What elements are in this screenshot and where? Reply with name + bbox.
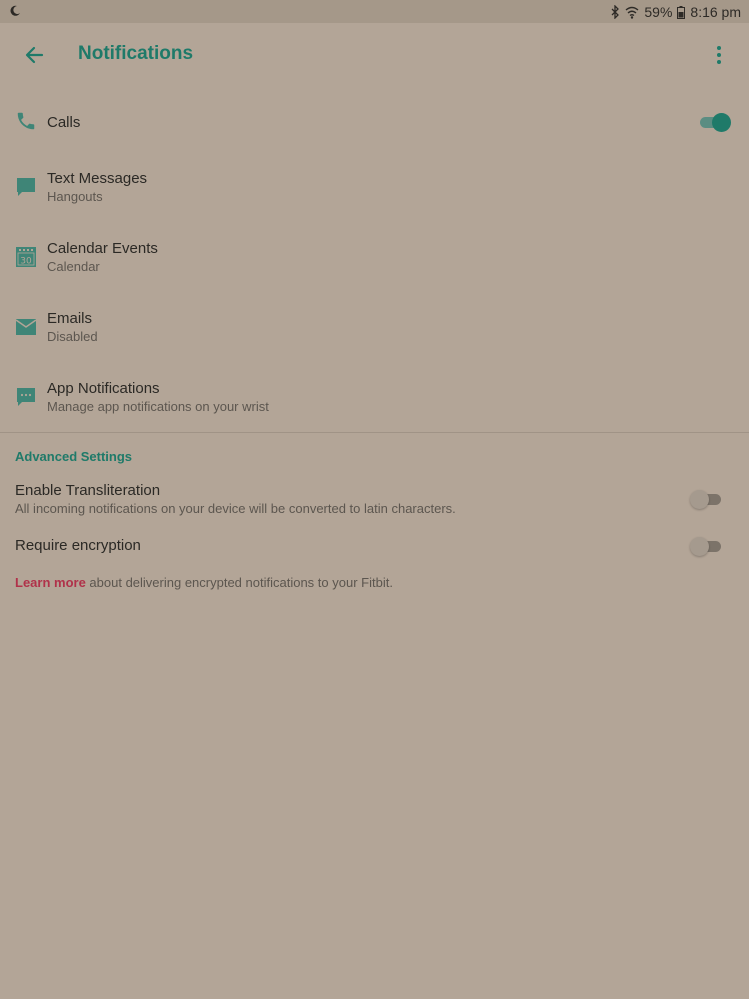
clock: 8:16 pm xyxy=(690,4,741,20)
notification-item-label: App Notifications xyxy=(47,380,160,397)
moon-icon xyxy=(10,5,20,16)
battery-icon xyxy=(677,5,686,19)
more-options-button[interactable] xyxy=(709,43,729,67)
battery-percent: 59% xyxy=(644,4,673,20)
learn-more-description: about delivering encrypted notifications… xyxy=(85,575,393,590)
message-icon xyxy=(17,178,35,196)
transliteration-toggle[interactable] xyxy=(690,489,724,509)
chat-dots-icon xyxy=(17,388,35,406)
wifi-icon xyxy=(625,6,639,19)
status-bar: 59% 8:16 pm xyxy=(0,0,749,23)
encryption-toggle[interactable] xyxy=(690,536,724,556)
more-vertical-icon xyxy=(717,46,721,64)
back-button[interactable] xyxy=(20,42,50,68)
notification-item-label: Emails xyxy=(47,310,93,327)
notification-item-label: Calendar Events xyxy=(47,240,158,257)
calls-toggle[interactable] xyxy=(697,112,731,132)
encryption-title: Require encryption xyxy=(15,537,141,554)
notification-item-calendar-events[interactable]: 30 Calendar Events Calendar xyxy=(0,233,749,283)
notification-item-app-notifications[interactable]: App Notifications Manage app notificatio… xyxy=(0,373,749,423)
notification-item-label: Text Messages xyxy=(47,170,148,187)
page-title: Notifications xyxy=(78,43,194,64)
learn-more-link[interactable]: Learn more xyxy=(15,575,86,590)
notification-item-subtitle: Manage app notifications on your wrist xyxy=(47,399,269,414)
bluetooth-icon xyxy=(611,5,620,19)
notification-item-subtitle: Hangouts xyxy=(47,189,103,204)
svg-text:30: 30 xyxy=(20,257,32,267)
phone-icon xyxy=(17,112,35,130)
section-divider xyxy=(0,432,749,433)
app-bar: Notifications xyxy=(0,23,749,85)
notification-item-calls[interactable]: Calls xyxy=(0,100,749,146)
notification-item-emails[interactable]: Emails Disabled xyxy=(0,303,749,353)
arrow-left-icon xyxy=(25,46,44,64)
calendar-icon: 30 xyxy=(16,247,36,267)
transliteration-title: Enable Transliteration xyxy=(15,482,161,499)
notification-item-subtitle: Calendar xyxy=(47,259,100,274)
notification-item-text-messages[interactable]: Text Messages Hangouts xyxy=(0,163,749,213)
transliteration-subtitle: All incoming notifications on your devic… xyxy=(15,501,456,516)
envelope-icon xyxy=(15,319,37,335)
notification-item-subtitle: Disabled xyxy=(47,329,98,344)
section-heading-advanced-settings: Advanced Settings xyxy=(15,449,133,464)
notification-item-label: Calls xyxy=(47,114,81,131)
learn-more-text: Learn more about delivering encrypted no… xyxy=(15,575,393,590)
